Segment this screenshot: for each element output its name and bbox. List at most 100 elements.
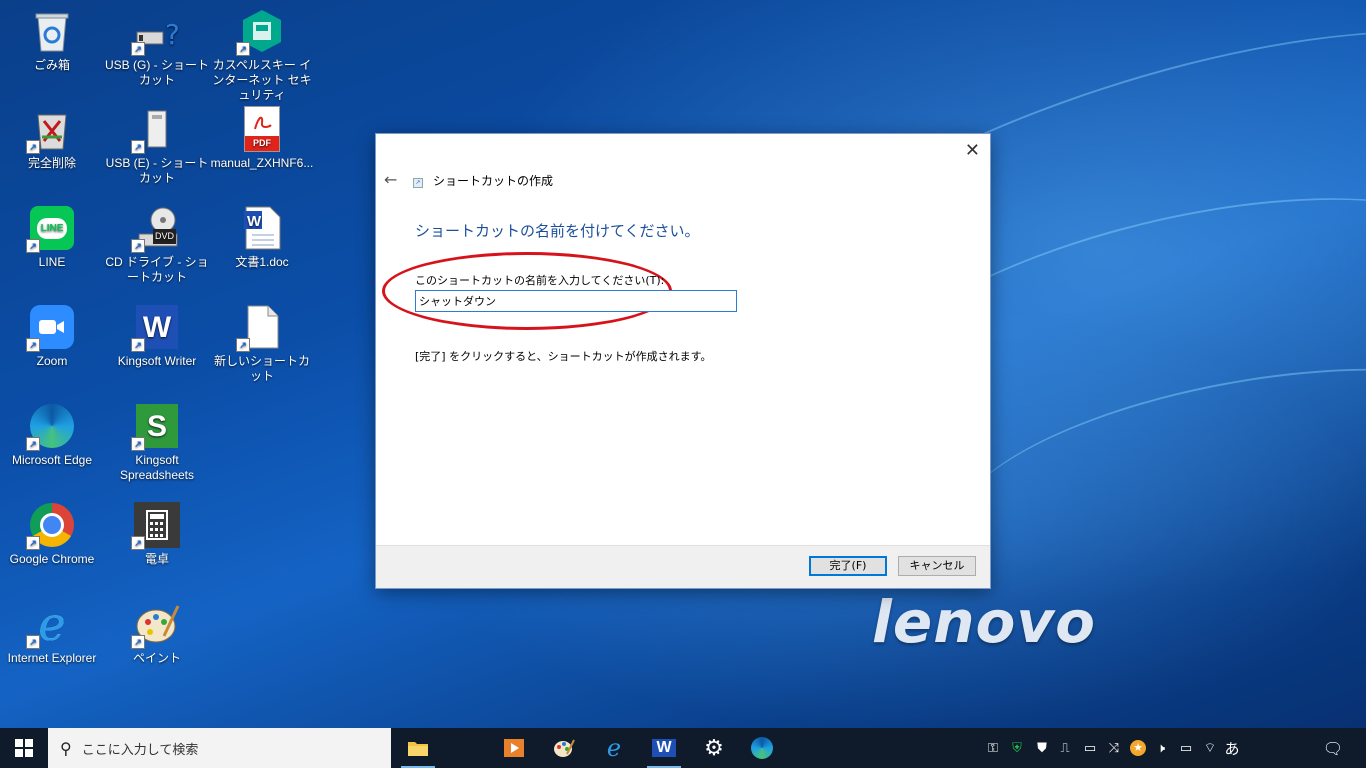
ie-logo-glyph: e [38, 597, 66, 651]
desktop-icon-usb-g[interactable]: ? ↗ USB (G) - ショートカット [105, 18, 209, 88]
taskbar-media-player[interactable] [491, 728, 537, 768]
desktop-icon-line[interactable]: LINE ↗ LINE [0, 205, 104, 270]
desktop-icon-label: Internet Explorer [7, 651, 97, 665]
search-icon: ⚲ [60, 738, 72, 758]
finish-instruction-text: [完了] をクリックすると、ショートカットが作成されます。 [415, 350, 712, 363]
desktop-icon-label: 文書1.doc [235, 255, 289, 269]
taskbar-kingsoft-writer[interactable]: W [641, 728, 687, 768]
desktop-icon-kingsoft-spreadsheets[interactable]: S ↗ Kingsoft Spreadsheets [105, 403, 209, 483]
desktop-icon-label: ごみ箱 [33, 58, 70, 72]
desktop-icon-label: Microsoft Edge [11, 453, 93, 467]
taskbar-settings[interactable]: ⚙ [691, 728, 737, 768]
taskbar: ⚲ ここに入力して検索 e W ⚙ ⚿ ⛨ ⛊ ⎍ ▭ ⤨ ★ 🕨 ▭ ⌔ あ … [0, 728, 1366, 768]
close-icon[interactable]: ✕ [965, 140, 980, 161]
recycle-bin-icon [28, 8, 76, 54]
finish-button[interactable]: 完了(F) [809, 556, 887, 576]
desktop-icon-label: Kingsoft Spreadsheets [119, 453, 195, 482]
svg-text:W: W [247, 213, 262, 230]
desktop-icon-label: 完全削除 [27, 156, 76, 170]
start-button[interactable] [0, 728, 48, 768]
desktop-icon-label: 新しいショートカット [213, 354, 310, 383]
paint-palette-icon: ↗ [131, 601, 181, 649]
battery-icon[interactable]: ▭ [1176, 728, 1196, 768]
tray-usb-icon[interactable]: ⎍ [1056, 728, 1074, 768]
desktop-icon-kingsoft-writer[interactable]: W ↗ Kingsoft Writer [105, 304, 209, 369]
desktop-icon-recycle-bin[interactable]: ごみ箱 [0, 8, 104, 73]
shortcut-name-input[interactable] [415, 290, 737, 312]
taskbar-microsoft-edge[interactable] [739, 728, 785, 768]
desktop-icon-kaspersky[interactable]: ↗ カスペルスキー インターネット セキュリティ [210, 8, 314, 103]
ime-indicator[interactable]: あ [1222, 728, 1242, 768]
desktop-icon-internet-explorer[interactable]: e ↗ Internet Explorer [0, 601, 104, 666]
lenovo-logo: lenovo [872, 588, 1097, 656]
desktop-icon-label: Kingsoft Writer [117, 354, 197, 368]
desktop-icon-label: Google Chrome [9, 552, 95, 566]
writer-logo-text: W [142, 310, 172, 344]
dvd-drive-icon: DVD ↗ [131, 205, 181, 253]
taskbar-file-explorer[interactable] [395, 728, 441, 768]
shortcut-arrow-icon: ↗ [131, 42, 145, 56]
svg-text:?: ? [165, 18, 179, 51]
kaspersky-shield-icon: ↗ [236, 8, 286, 56]
dialog-title: ショートカットの作成 [433, 174, 554, 188]
shortcut-arrow-icon: ↗ [131, 437, 145, 451]
edge-icon: ↗ [26, 403, 76, 451]
tray-display-icon[interactable]: ▭ [1080, 728, 1100, 768]
usb-drive-icon: ↗ [131, 106, 181, 154]
desktop-icon-document1[interactable]: W 文書1.doc [210, 205, 314, 270]
kingsoft-writer-icon: W ↗ [131, 304, 181, 352]
desktop-icon-label: カスペルスキー インターネット セキュリティ [212, 58, 312, 102]
pdf-label-text: PDF [245, 136, 279, 151]
desktop-icon-manual-pdf[interactable]: PDF manual_ZXHNF6... [210, 106, 314, 171]
shortcut-wizard-icon: ↗ [413, 178, 423, 188]
desktop-icon-complete-delete[interactable]: ↗ 完全削除 [0, 106, 104, 171]
kingsoft-writer-icon: W [652, 739, 676, 757]
shortcut-arrow-icon: ↗ [26, 338, 40, 352]
desktop-icon-usb-e[interactable]: ↗ USB (E) - ショートカット [105, 106, 209, 186]
shortcut-arrow-icon: ↗ [26, 437, 40, 451]
paint-palette-icon [554, 739, 575, 757]
desktop-icon-zoom[interactable]: ↗ Zoom [0, 304, 104, 369]
taskbar-paint[interactable] [541, 728, 587, 768]
cancel-button[interactable]: キャンセル [898, 556, 976, 576]
taskbar-search-box[interactable]: ⚲ ここに入力して検索 [48, 728, 391, 768]
chrome-icon: ↗ [26, 502, 76, 550]
desktop-icon-label: LINE [38, 255, 66, 269]
tray-shield-icon[interactable]: ⛨ [1008, 728, 1026, 768]
desktop-icon-label: USB (G) - ショートカット [105, 58, 209, 87]
pdf-file-icon: PDF [238, 106, 286, 152]
file-explorer-icon [408, 742, 428, 756]
dvd-label-text: DVD [153, 229, 177, 244]
shortcut-arrow-icon: ↗ [131, 536, 145, 550]
media-player-icon [504, 739, 524, 757]
search-placeholder: ここに入力して検索 [81, 742, 199, 758]
desktop-icon-microsoft-edge[interactable]: ↗ Microsoft Edge [0, 403, 104, 468]
desktop-icon-paint[interactable]: ↗ ペイント [105, 601, 209, 666]
tray-defender-icon[interactable]: ⛊ [1032, 728, 1052, 768]
dialog-heading: ショートカットの名前を付けてください。 [415, 222, 700, 240]
notification-center-icon[interactable]: 🗨 [1318, 728, 1348, 768]
taskbar-internet-explorer[interactable]: e [591, 728, 637, 768]
word-document-icon: W [238, 205, 286, 251]
line-app-icon: LINE ↗ [26, 205, 76, 253]
volume-muted-icon[interactable]: 🕨 [1152, 728, 1170, 768]
desktop-icon-google-chrome[interactable]: ↗ Google Chrome [0, 502, 104, 567]
shortcut-arrow-icon: ↗ [131, 635, 145, 649]
line-logo-text: LINE [36, 217, 68, 239]
calculator-icon: ↗ [131, 502, 181, 550]
back-arrow-icon[interactable]: ← [384, 170, 397, 189]
tray-star-icon[interactable]: ★ [1128, 728, 1148, 768]
sheets-logo-text: S [146, 409, 167, 443]
zoom-app-icon: ↗ [26, 304, 76, 352]
edge-icon [751, 737, 773, 759]
internet-explorer-icon: e ↗ [26, 597, 76, 651]
dialog-footer: 完了(F) キャンセル [376, 545, 990, 588]
wifi-icon[interactable]: ⌔ [1200, 728, 1220, 768]
shortcut-name-label: このショートカットの名前を入力してください(T): [415, 274, 665, 287]
desktop-icon-new-shortcut[interactable]: ↗ 新しいショートカット [210, 304, 314, 384]
desktop-icon-calculator[interactable]: ↗ 電卓 [105, 502, 209, 567]
tray-security-icon[interactable]: ⚿ [984, 728, 1002, 768]
shortcut-arrow-icon: ↗ [26, 635, 40, 649]
desktop-icon-cd-drive[interactable]: DVD ↗ CD ドライブ - ショートカット [105, 205, 209, 285]
tray-sync-icon[interactable]: ⤨ [1104, 728, 1124, 768]
